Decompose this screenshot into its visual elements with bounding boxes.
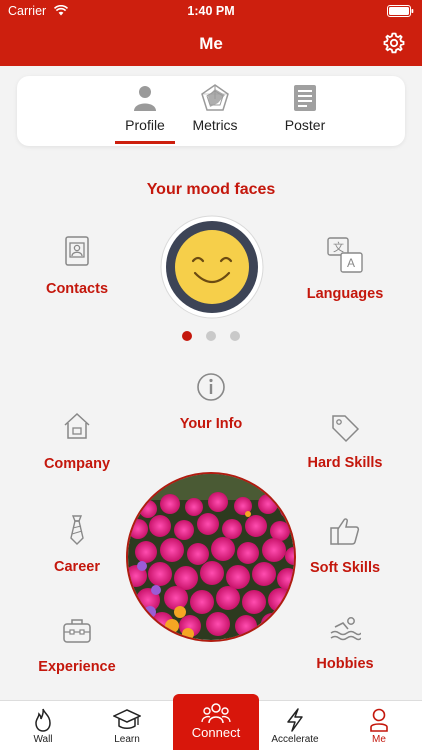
page-title: Me <box>199 34 223 53</box>
translate-icon: 文A <box>327 237 363 273</box>
your-info-label: Your Info <box>179 416 243 432</box>
nav-accelerate-label: Accelerate <box>271 734 319 745</box>
languages-label: Languages <box>306 286 384 302</box>
person-outline-icon <box>370 708 388 732</box>
radar-chart-icon <box>201 84 229 111</box>
contacts-label: Contacts <box>45 281 109 297</box>
nav-wall[interactable]: Wall <box>18 701 68 750</box>
section-career[interactable]: Career <box>22 514 132 575</box>
tab-selected-underline <box>115 141 175 144</box>
toolbox-icon <box>63 619 91 643</box>
section-hard-skills[interactable]: Hard Skills <box>290 412 400 471</box>
profile-photo[interactable] <box>126 472 296 642</box>
section-company[interactable]: Company <box>22 411 132 472</box>
career-label: Career <box>54 559 100 575</box>
app-header: Carrier 1:40 PM Me <box>0 0 422 66</box>
team-icon <box>201 703 231 724</box>
nav-me-label: Me <box>372 734 386 745</box>
section-experience[interactable]: Experience <box>22 616 132 675</box>
person-icon <box>134 86 156 111</box>
tie-icon <box>70 515 84 545</box>
page-dot-active[interactable] <box>182 331 192 341</box>
contact-card-icon <box>65 236 89 266</box>
svg-text:文: 文 <box>333 240 344 254</box>
company-label: Company <box>43 456 111 472</box>
mood-face-smiley[interactable] <box>160 215 264 319</box>
tab-poster[interactable]: Poster <box>260 76 350 146</box>
info-icon <box>197 373 225 401</box>
section-soft-skills[interactable]: Soft Skills <box>290 515 400 576</box>
tab-metrics[interactable]: Metrics <box>170 76 260 146</box>
mood-faces-title: Your mood faces <box>146 181 276 198</box>
tab-poster-label: Poster <box>284 117 326 133</box>
nav-connect[interactable]: Connect <box>173 694 259 750</box>
home-icon <box>64 412 90 439</box>
soft-skills-label: Soft Skills <box>309 560 381 576</box>
lightning-icon <box>287 708 303 732</box>
tab-metrics-label: Metrics <box>192 117 238 133</box>
settings-gear-icon[interactable] <box>382 31 406 60</box>
section-your-info[interactable]: Your Info <box>156 372 266 432</box>
nav-wall-label: Wall <box>33 734 53 745</box>
section-contacts[interactable]: Contacts <box>22 236 132 297</box>
nav-learn[interactable]: Learn <box>102 701 152 750</box>
hobbies-label: Hobbies <box>316 656 374 672</box>
document-icon <box>294 85 316 111</box>
graduation-cap-icon <box>113 709 141 729</box>
flame-icon <box>35 708 51 732</box>
section-languages[interactable]: 文A Languages <box>290 236 400 302</box>
tag-icon <box>332 415 360 443</box>
thumbs-up-icon <box>330 518 360 545</box>
status-time: 1:40 PM <box>187 4 235 18</box>
battery-icon <box>387 5 414 20</box>
swimming-icon <box>330 617 361 641</box>
experience-label: Experience <box>38 659 116 675</box>
section-hobbies[interactable]: Hobbies <box>290 614 400 672</box>
nav-me[interactable]: Me <box>354 701 404 750</box>
nav-connect-label: Connect <box>191 725 241 740</box>
svg-text:A: A <box>347 256 355 270</box>
profile-tabs: Profile Metrics Poster <box>17 76 405 146</box>
page-dot[interactable] <box>230 331 240 341</box>
hard-skills-label: Hard Skills <box>307 455 383 471</box>
nav-learn-label: Learn <box>114 734 140 745</box>
status-bar: Carrier 1:40 PM <box>0 3 422 21</box>
nav-accelerate[interactable]: Accelerate <box>270 701 320 750</box>
page-dot[interactable] <box>206 331 216 341</box>
